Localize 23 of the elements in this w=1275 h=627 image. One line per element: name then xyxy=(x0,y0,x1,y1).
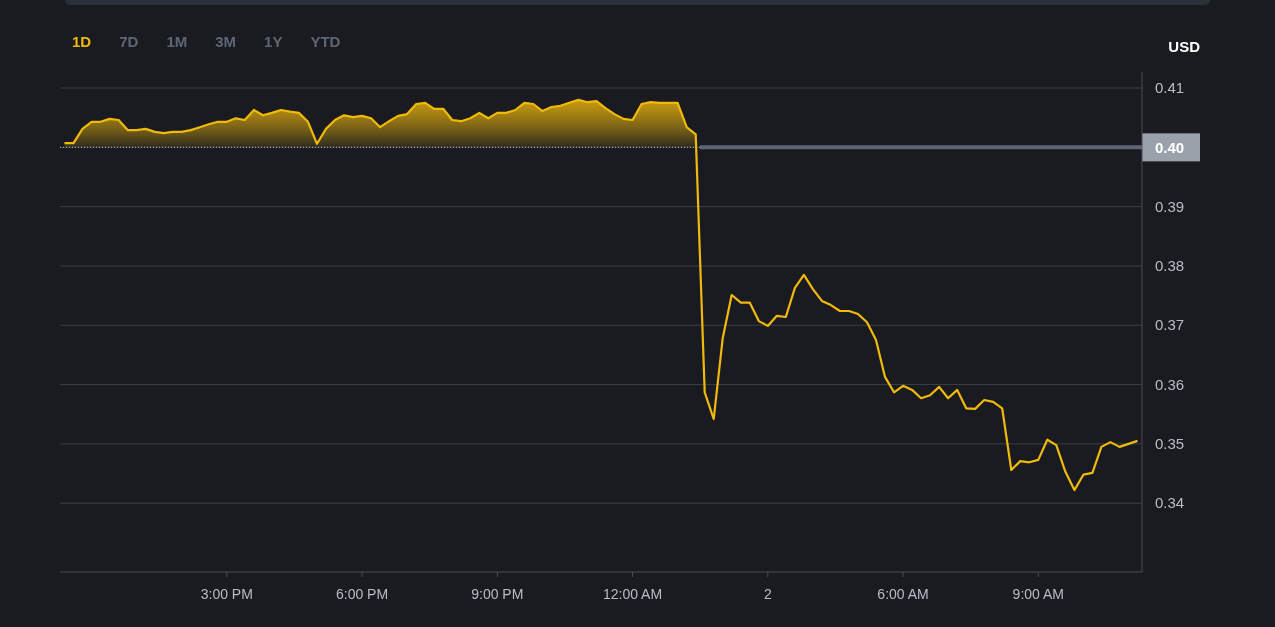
range-tab[interactable]: 3M xyxy=(215,30,237,53)
range-tab[interactable]: 1Y xyxy=(264,30,283,53)
y-axis-label: 0.35 xyxy=(1155,434,1185,452)
x-axis-label: 9:00 PM xyxy=(471,586,524,602)
currency-label: USD xyxy=(1168,36,1200,57)
price-tag xyxy=(1142,133,1200,162)
range-tab[interactable]: 1D xyxy=(72,30,92,53)
range-tab[interactable]: 1M xyxy=(166,30,188,53)
x-axis-label: 9:00 AM xyxy=(1012,586,1064,602)
y-axis-label: 0.39 xyxy=(1155,197,1185,215)
x-axis-label: 12:00 AM xyxy=(603,586,663,602)
x-axis-label: 2 xyxy=(763,586,772,602)
y-axis-label: 0.41 xyxy=(1155,79,1185,96)
range-tab[interactable]: YTD xyxy=(310,30,341,53)
price-tag-label: 0.40 xyxy=(1155,139,1185,157)
y-axis-label: 0.38 xyxy=(1155,256,1185,274)
y-axis-label: 0.37 xyxy=(1155,316,1185,334)
x-axis-label: 3:00 PM xyxy=(200,586,253,602)
y-axis-label: 0.36 xyxy=(1155,375,1185,393)
y-axis-label: 0.34 xyxy=(1155,494,1185,512)
x-axis-label: 6:00 AM xyxy=(877,586,929,602)
x-axis-label: 6:00 PM xyxy=(336,586,389,602)
range-tab[interactable]: 7D xyxy=(119,30,139,53)
